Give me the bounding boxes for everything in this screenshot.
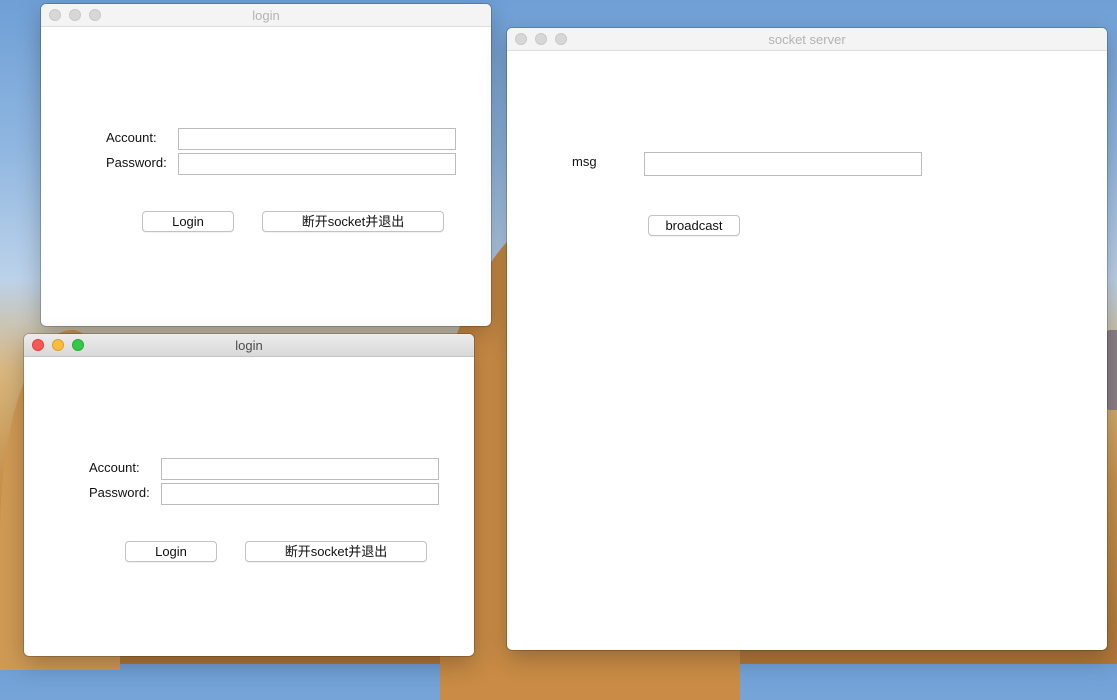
window-title: login: [235, 338, 263, 353]
disconnect-exit-button[interactable]: 断开socket并退出: [262, 211, 444, 232]
title-bar[interactable]: socket server: [507, 28, 1107, 51]
account-field[interactable]: [161, 458, 439, 480]
password-field[interactable]: [178, 153, 456, 175]
title-bar[interactable]: login: [41, 4, 491, 27]
login-button[interactable]: Login: [125, 541, 217, 562]
account-label: Account:: [106, 130, 157, 145]
disconnect-exit-button[interactable]: 断开socket并退出: [245, 541, 427, 562]
login-button[interactable]: Login: [142, 211, 234, 232]
login-window-1: login Account: Password: Login 断开socket并…: [41, 4, 491, 326]
password-label: Password:: [106, 155, 167, 170]
msg-label: msg: [572, 154, 597, 169]
broadcast-button[interactable]: broadcast: [648, 215, 740, 236]
socket-server-window: socket server msg broadcast: [507, 28, 1107, 650]
password-field[interactable]: [161, 483, 439, 505]
title-bar[interactable]: login: [24, 334, 474, 357]
msg-field[interactable]: [644, 152, 922, 176]
window-title: login: [252, 8, 280, 23]
login-window-2: login Account: Password: Login 断开socket并…: [24, 334, 474, 656]
account-label: Account:: [89, 460, 140, 475]
account-field[interactable]: [178, 128, 456, 150]
password-label: Password:: [89, 485, 150, 500]
window-title: socket server: [768, 32, 846, 47]
